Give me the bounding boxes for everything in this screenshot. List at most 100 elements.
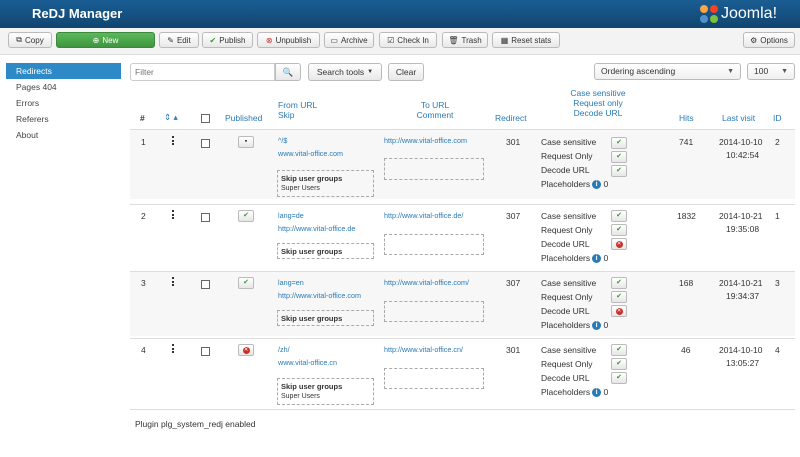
from-url-link[interactable]: lang=de	[278, 211, 304, 220]
request-only-toggle[interactable]: ✔	[611, 358, 627, 370]
search-button[interactable]: 🔍	[275, 63, 301, 81]
row-checkbox[interactable]	[201, 280, 210, 289]
flag-case-sensitive-label: Case sensitive	[541, 211, 597, 221]
reset-stats-button[interactable]: ▦ Reset stats	[492, 32, 560, 48]
published-status-button[interactable]: ✔	[238, 277, 254, 289]
info-icon[interactable]: i	[592, 254, 602, 264]
row-checkbox[interactable]	[201, 213, 210, 222]
unpublish-label: Unpublish	[275, 35, 312, 45]
limit-value: 100	[754, 66, 769, 76]
published-status-button[interactable]: ✔	[238, 210, 254, 222]
plugin-status-text: Plugin plg_system_redj enabled	[135, 419, 256, 429]
trashed-status-button[interactable]: ▪	[238, 136, 254, 148]
from-url-link[interactable]: /zh/	[278, 345, 290, 354]
skip-user-groups-title: Skip user groups	[281, 174, 343, 183]
copy-button[interactable]: ⧉ Copy	[8, 32, 52, 48]
decode-url-toggle[interactable]: ✕	[611, 305, 627, 317]
row-checkbox[interactable]	[201, 347, 210, 356]
sidebar-item-errors[interactable]: Errors	[6, 95, 121, 111]
check-icon: ✔	[243, 279, 249, 286]
chevron-down-icon: ▼	[727, 68, 734, 75]
to-url-link[interactable]: http://www.vital-office.de/	[384, 211, 463, 220]
case-sensitive-toggle[interactable]: ✔	[611, 277, 627, 289]
header-last-visit[interactable]: Last visit	[722, 113, 755, 123]
joomla-logo-icon	[700, 5, 718, 23]
skip-user-groups-box: Skip user groups	[277, 310, 374, 326]
placeholders-row: Placeholders i 0	[541, 179, 608, 190]
header-from-url[interactable]: From URL Skip	[278, 100, 317, 120]
case-sensitive-toggle[interactable]: ✔	[611, 344, 627, 356]
to-url-link[interactable]: http://www.vital-office.com	[384, 136, 467, 145]
check-in-button[interactable]: ☑ Check In	[379, 32, 437, 48]
unpublished-status-button[interactable]: ✕	[238, 344, 254, 356]
info-icon[interactable]: i	[592, 321, 602, 331]
row-id: 1	[775, 211, 780, 221]
sidebar-item-pages-404[interactable]: Pages 404	[6, 79, 121, 95]
comment-box	[384, 301, 484, 322]
case-sensitive-toggle[interactable]: ✔	[611, 210, 627, 222]
case-sensitive-toggle[interactable]: ✔	[611, 137, 627, 149]
header-redirect[interactable]: Redirect	[495, 113, 527, 123]
joomla-logo[interactable]: Joomla!	[700, 4, 777, 24]
drag-handle-icon[interactable]	[172, 277, 174, 286]
skip-value: www.vital-office.cn	[278, 358, 337, 367]
check-icon: ✔	[616, 212, 622, 219]
drag-handle-icon[interactable]	[172, 136, 174, 145]
hits-count: 168	[679, 278, 694, 288]
to-url-link[interactable]: http://www.vital-office.cn/	[384, 345, 463, 354]
trash-button[interactable]: 🗑 Trash	[442, 32, 488, 48]
options-button[interactable]: ⚙ Options	[743, 32, 795, 48]
edit-button[interactable]: ✎ Edit	[159, 32, 199, 48]
ordering-value: Ordering ascending	[601, 66, 676, 76]
sidebar-item-redirects[interactable]: Redirects	[6, 63, 121, 79]
header-comment-label: Comment	[416, 110, 454, 120]
check-icon: ✔	[616, 153, 622, 160]
request-only-toggle[interactable]: ✔	[611, 291, 627, 303]
sidebar-item-referers[interactable]: Referers	[6, 111, 121, 127]
archive-button[interactable]: ▭ Archive	[324, 32, 374, 48]
select-all-checkbox[interactable]	[201, 114, 210, 123]
search-tools-button[interactable]: Search tools ▼	[308, 63, 382, 81]
skip-user-groups-box: Skip user groups Super Users	[277, 378, 374, 405]
flag-request-only-label: Request Only	[541, 292, 593, 302]
options-label: Options	[760, 35, 788, 45]
placeholders-count: 0	[603, 253, 609, 263]
info-icon[interactable]: i	[592, 180, 602, 190]
decode-url-toggle[interactable]: ✔	[611, 372, 627, 384]
drag-handle-icon[interactable]	[172, 210, 174, 219]
decode-url-toggle[interactable]: ✕	[611, 238, 627, 250]
header-id[interactable]: ID	[773, 113, 782, 123]
ordering-select[interactable]: Ordering ascending ▼	[594, 63, 741, 80]
sidebar-item-about[interactable]: About	[6, 127, 121, 143]
sort-ordering-icon[interactable]: ⇕ ▴	[164, 112, 178, 123]
edit-icon: ✎	[167, 35, 174, 45]
clear-button[interactable]: Clear	[388, 63, 424, 81]
check-icon: ✔	[209, 35, 217, 45]
info-icon[interactable]: i	[592, 388, 602, 398]
to-url-link[interactable]: http://www.vital-office.com/	[384, 278, 469, 287]
drag-handle-icon[interactable]	[172, 344, 174, 353]
limit-select[interactable]: 100 ▼	[747, 63, 795, 80]
comment-box	[384, 158, 484, 180]
header-to-url[interactable]: To URL Comment	[412, 100, 458, 120]
header-to-url-label: To URL	[420, 100, 450, 110]
request-only-toggle[interactable]: ✔	[611, 151, 627, 163]
check-icon: ✔	[616, 226, 622, 233]
decode-url-toggle[interactable]: ✔	[611, 165, 627, 177]
search-input[interactable]	[130, 63, 275, 81]
skip-user-groups-title: Skip user groups	[281, 247, 343, 256]
header-flags[interactable]: Case sensitive Request only Decode URL	[560, 88, 636, 118]
new-button[interactable]: ⊕ New	[56, 32, 155, 48]
from-url-link[interactable]: ^/$	[278, 136, 287, 145]
header-published[interactable]: Published	[225, 113, 262, 123]
flag-case-sensitive-label: Case sensitive	[541, 137, 597, 147]
unpublish-button[interactable]: ⊗ Unpublish	[257, 32, 320, 48]
flag-placeholders-label: Placeholders	[541, 387, 591, 397]
row-checkbox[interactable]	[201, 139, 210, 148]
from-url-link[interactable]: lang=en	[278, 278, 304, 287]
publish-button[interactable]: ✔ Publish	[202, 32, 253, 48]
request-only-toggle[interactable]: ✔	[611, 224, 627, 236]
flag-request-only-label: Request Only	[541, 225, 593, 235]
header-hits[interactable]: Hits	[679, 113, 694, 123]
chevron-down-icon: ▼	[781, 68, 788, 75]
